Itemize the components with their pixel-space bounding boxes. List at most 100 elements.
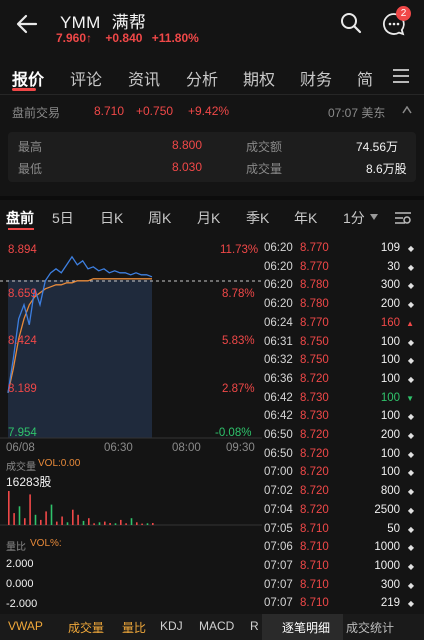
period-monthly[interactable]: 月K — [197, 208, 220, 228]
tick-list[interactable]: 06:20 8.770 109 ◆ 06:20 8.770 30 ◆ 06:20 8.780 300… — [262, 238, 424, 614]
tick-volume: 1000 — [374, 541, 400, 554]
tick-price: 8.770 — [300, 242, 329, 254]
low-value: 8.030 — [172, 160, 203, 174]
tick-time: 07:02 — [264, 485, 293, 498]
intraday-chart[interactable]: 8.894 8.659 8.424 8.189 7.954 11.73% 8.7… — [0, 238, 262, 462]
pct-label-2: 8.78% — [222, 288, 255, 300]
tick-row: 06:20 8.780 200 ◆ — [262, 296, 424, 314]
volume-bar — [77, 514, 79, 525]
neutral-dot-icon: ◆ — [407, 412, 414, 422]
tick-volume: 200 — [380, 298, 400, 311]
period-5day[interactable]: 5日 — [52, 208, 74, 228]
tick-time: 06:20 — [264, 260, 293, 273]
main-tabs: 报价 评论 资讯 分析 期权 财务 简 — [0, 60, 424, 94]
tick-time: 07:07 — [264, 578, 293, 591]
active-tab-indicator — [12, 88, 36, 91]
premarket-label: 盘前交易 — [12, 106, 61, 120]
volume-panel[interactable]: 成交量 VOL:0.00 16283股 — [0, 455, 262, 535]
tick-price: 8.730 — [300, 410, 329, 423]
tick-volume: 200 — [380, 429, 400, 441]
tick-price: 8.750 — [300, 335, 329, 348]
volume-bar — [114, 523, 117, 525]
volume-ratio-label: 量比 — [6, 542, 26, 553]
period-1min[interactable]: 1分 — [343, 208, 365, 228]
tab-analysis[interactable]: 分析 — [186, 66, 218, 90]
volume-bar — [29, 494, 31, 525]
volume-bar — [8, 491, 10, 525]
period-premarket[interactable]: 盘前 — [6, 208, 34, 228]
volume-bar — [66, 522, 69, 525]
last-price: 7.960 — [56, 31, 87, 45]
y-label-3: 8.424 — [8, 335, 37, 347]
tab-quote[interactable]: 报价 — [12, 66, 44, 90]
tab-news[interactable]: 资讯 — [128, 66, 160, 90]
tick-volume: 300 — [380, 279, 400, 292]
tick-volume: 300 — [380, 578, 400, 591]
pct-label-bottom: -0.08% — [215, 427, 252, 439]
volume-bar — [40, 519, 42, 525]
tick-price: 8.710 — [300, 597, 329, 610]
menu-icon[interactable] — [392, 68, 410, 84]
chart-settings-icon[interactable] — [394, 210, 412, 226]
tick-volume: 100 — [380, 466, 400, 479]
tab-financials[interactable]: 财务 — [300, 66, 332, 90]
search-icon[interactable] — [340, 12, 362, 34]
messages-button[interactable]: 2 — [382, 6, 411, 38]
tick-time: 06:42 — [264, 391, 293, 404]
volume-bar — [88, 518, 90, 525]
premarket-time: 07:07 美东 — [328, 106, 386, 120]
indicator-vwap[interactable]: VWAP — [8, 619, 43, 633]
volume-ratio-panel[interactable]: 量比 VOL%: 2.000 0.000 -2.000 — [0, 536, 262, 616]
chevron-down-icon[interactable] — [370, 214, 378, 220]
tick-time: 07:06 — [264, 541, 293, 554]
volume-bar — [125, 523, 127, 525]
indicator-volume-ratio[interactable]: 量比 — [122, 619, 146, 636]
tab-comments[interactable]: 评论 — [70, 66, 102, 90]
volume-bar — [93, 523, 95, 525]
tab-tick-detail[interactable]: 逐笔明细 — [262, 614, 343, 640]
tick-volume: 109 — [380, 242, 400, 254]
tab-options[interactable]: 期权 — [243, 66, 275, 90]
tick-price: 8.710 — [300, 578, 329, 591]
turnover-value: 74.56万 — [356, 140, 399, 154]
y-label-2: 8.659 — [8, 288, 37, 300]
neutral-dot-icon: ◆ — [407, 262, 414, 272]
period-yearly[interactable]: 年K — [294, 208, 317, 228]
tab-trade-stats[interactable]: 成交统计 — [346, 619, 394, 636]
volume-bar — [45, 511, 47, 525]
ticker-symbol: YMM — [60, 13, 101, 32]
tab-profile[interactable]: 简 — [357, 66, 375, 90]
tick-row: 07:04 8.720 2500 ◆ — [262, 502, 424, 520]
tick-time: 06:50 — [264, 447, 293, 460]
volume-bar — [152, 523, 154, 525]
collapse-icon[interactable] — [402, 106, 412, 114]
tick-price: 8.750 — [300, 354, 329, 367]
indicator-volume[interactable]: 成交量 — [68, 619, 104, 636]
level-low: -2.000 — [6, 598, 38, 610]
indicator-macd[interactable]: MACD — [199, 619, 234, 633]
tick-price: 8.720 — [300, 503, 329, 516]
tick-row: 07:06 8.710 1000 ◆ — [262, 539, 424, 557]
volume-bar — [130, 518, 133, 525]
tick-time: 07:07 — [264, 559, 293, 572]
period-quarterly[interactable]: 季K — [246, 208, 269, 228]
tick-time: 07:07 — [264, 597, 293, 610]
tick-row: 07:00 8.720 100 ◆ — [262, 464, 424, 482]
tick-row: 06:20 8.770 109 ◆ — [262, 240, 424, 258]
tick-volume: 30 — [387, 260, 400, 273]
indicator-more[interactable]: R — [250, 619, 258, 633]
back-arrow-icon[interactable] — [16, 14, 38, 34]
turnover-label: 成交额 — [246, 140, 283, 154]
premarket-row[interactable]: 盘前交易 8.710 +0.750 +9.42% 07:07 美东 — [0, 98, 424, 124]
tick-row: 07:02 8.720 800 ◆ — [262, 483, 424, 501]
tick-price: 8.720 — [300, 429, 329, 441]
period-daily[interactable]: 日K — [100, 208, 123, 228]
volume-bar — [120, 519, 122, 525]
neutral-dot-icon: ◆ — [407, 524, 414, 534]
tick-volume: 100 — [380, 410, 400, 423]
indicator-kdj[interactable]: KDJ — [160, 619, 183, 633]
tick-row: 07:07 8.710 300 ◆ — [262, 577, 424, 595]
tick-row: 06:24 8.770 160 ▲ — [262, 315, 424, 333]
tick-volume: 50 — [387, 522, 400, 535]
period-weekly[interactable]: 周K — [148, 208, 171, 228]
